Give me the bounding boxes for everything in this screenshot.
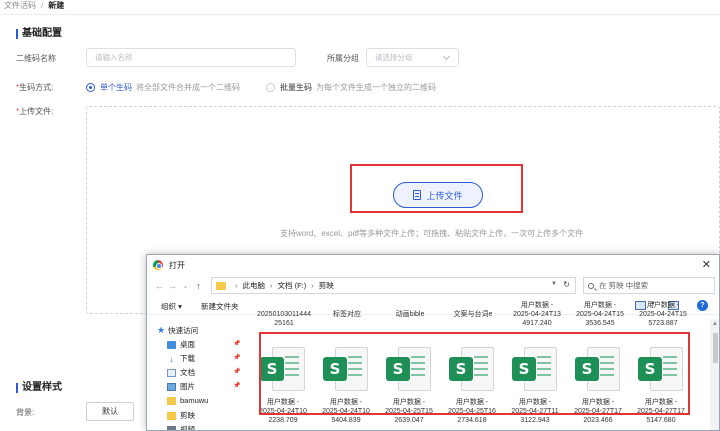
pin-icon[interactable]: 📌 bbox=[233, 382, 240, 389]
upload-label: *上传文件: bbox=[16, 106, 53, 117]
back-icon[interactable]: ← bbox=[153, 281, 166, 291]
sidebar-item-label: 文档 bbox=[180, 368, 195, 377]
breadcrumb-parent[interactable]: 文件活码 bbox=[4, 1, 36, 10]
search-icon bbox=[588, 282, 594, 289]
refresh-icon[interactable]: ↻ bbox=[563, 280, 570, 289]
vertical-scrollbar[interactable]: ▲ bbox=[710, 319, 719, 430]
chrome-icon bbox=[153, 260, 163, 270]
folder-icon bbox=[216, 281, 226, 290]
single-mode-name: 单个生码 bbox=[100, 83, 132, 92]
file-open-dialog: 打开 ✕ ← → ⌄ ↑ › 此电脑 › 文档 (F:) › 剪映 ▼ ↻ 在 … bbox=[146, 254, 720, 431]
chevron-right-icon: › bbox=[311, 281, 314, 290]
sidebar-item-documents[interactable]: 文档 bbox=[167, 367, 195, 378]
picture-icon bbox=[167, 382, 176, 391]
chevron-down-icon bbox=[442, 52, 451, 61]
single-mode-desc: 将全部文件合并成一个二维码 bbox=[136, 83, 240, 92]
chevron-down-icon[interactable]: ▼ bbox=[551, 281, 557, 287]
group-select[interactable]: 请选择分组 bbox=[366, 48, 459, 67]
file-name[interactable]: 用户数据 - 2025-04-24T13 4917.240 bbox=[507, 301, 567, 328]
sidebar-item-label: 剪映 bbox=[180, 411, 195, 420]
history-dropdown-icon[interactable]: ⌄ bbox=[179, 282, 192, 290]
sidebar-item-videos[interactable]: 视频 bbox=[167, 424, 195, 431]
file-name[interactable]: 20250103011444 25161 bbox=[255, 310, 313, 328]
breadcrumb-current: 新建 bbox=[48, 1, 65, 10]
chevron-right-icon: › bbox=[270, 281, 273, 290]
folder-icon bbox=[167, 425, 176, 430]
sidebar-item-pictures[interactable]: 图片 bbox=[167, 381, 195, 392]
document-icon bbox=[167, 368, 176, 377]
breadcrumb-separator: / bbox=[41, 1, 44, 10]
scrollbar-thumb[interactable] bbox=[713, 333, 718, 363]
download-icon: ↓ bbox=[169, 353, 174, 364]
upload-button-label: 上传文件 bbox=[426, 190, 463, 201]
file-name[interactable]: 动画bible bbox=[382, 310, 438, 319]
radio-dot-checked bbox=[86, 83, 95, 92]
upload-hint: 支持word、excel、pdf等多种文件上传；可拖拽、粘贴文件上传，一次可上传… bbox=[280, 229, 584, 238]
pin-icon[interactable]: 📌 bbox=[233, 368, 240, 375]
navigation-pane: ★ 快速访问 桌面 📌 ↓ 下载 📌 文档 📌 图片 📌 bamuwu 剪映 视… bbox=[147, 319, 247, 431]
star-icon: ★ bbox=[157, 325, 166, 335]
name-input[interactable]: 请输入名称 bbox=[86, 48, 296, 67]
file-name[interactable]: 用户数据 - 2025-04-24T15 5723.887 bbox=[633, 301, 693, 328]
radio-batch-mode[interactable]: 批量生码 为每个文件生成一个独立的二维码 bbox=[266, 82, 436, 93]
close-icon[interactable]: ✕ bbox=[702, 258, 711, 271]
scroll-up-icon[interactable]: ▲ bbox=[712, 321, 718, 327]
dialog-titlebar: 打开 ✕ bbox=[147, 255, 719, 275]
sidebar-item-downloads[interactable]: ↓ 下载 bbox=[167, 353, 195, 364]
folder-icon bbox=[167, 396, 176, 405]
header-divider bbox=[0, 14, 720, 15]
sidebar-item-bamuwu[interactable]: bamuwu bbox=[167, 396, 208, 405]
path-segment[interactable]: 此电脑 bbox=[243, 280, 266, 291]
new-folder-button[interactable]: 新建文件夹 bbox=[201, 301, 239, 312]
highlight-box-files bbox=[259, 332, 690, 415]
organize-menu[interactable]: 组织 ▾ bbox=[161, 301, 182, 312]
file-name[interactable]: 文案与台词e bbox=[445, 310, 501, 319]
path-segment[interactable]: 文档 (F:) bbox=[278, 280, 307, 291]
address-row: ← → ⌄ ↑ › 此电脑 › 文档 (F:) › 剪映 ▼ ↻ 在 剪映 中搜… bbox=[147, 275, 719, 297]
mode-label: *生码方式: bbox=[16, 82, 53, 93]
quick-access-item[interactable]: ★ 快速访问 bbox=[157, 325, 198, 336]
radio-single-mode[interactable]: 单个生码 将全部文件合并成一个二维码 bbox=[86, 82, 240, 93]
sidebar-item-label: 下载 bbox=[180, 354, 195, 363]
file-name[interactable]: 标签对应 bbox=[319, 310, 375, 319]
radio-dot-unchecked bbox=[266, 83, 275, 92]
sidebar-item-label: 桌面 bbox=[180, 340, 195, 349]
sidebar-item-label: bamuwu bbox=[180, 396, 209, 405]
group-select-placeholder: 请选择分组 bbox=[375, 53, 413, 62]
address-bar[interactable]: › 此电脑 › 文档 (F:) › 剪映 ▼ ↻ bbox=[211, 277, 576, 294]
background-default-button[interactable]: 默认 bbox=[86, 402, 134, 421]
batch-mode-desc: 为每个文件生成一个独立的二维码 bbox=[316, 83, 436, 92]
forward-icon[interactable]: → bbox=[166, 281, 179, 291]
search-input[interactable]: 在 剪映 中搜索 bbox=[583, 277, 715, 294]
search-placeholder: 在 剪映 中搜索 bbox=[599, 281, 649, 290]
chevron-right-icon: › bbox=[235, 281, 238, 290]
quick-access-label: 快速访问 bbox=[168, 326, 199, 335]
file-name[interactable]: 用户数据 - 2025-04-24T15 3536.545 bbox=[570, 301, 630, 328]
upload-label-text: 上传文件: bbox=[19, 107, 54, 116]
dialog-title: 打开 bbox=[169, 260, 185, 270]
upload-file-button[interactable]: 上传文件 bbox=[393, 182, 483, 208]
path-segment[interactable]: 剪映 bbox=[319, 280, 334, 291]
group-label: 所属分组 bbox=[327, 54, 359, 63]
basic-config-title: 基础配置 bbox=[16, 29, 62, 39]
name-label: 二维码名称 bbox=[16, 54, 56, 63]
desktop-icon bbox=[167, 340, 176, 349]
folder-icon bbox=[167, 411, 176, 420]
sidebar-item-label: 视频 bbox=[180, 425, 195, 431]
sidebar-item-label: 图片 bbox=[180, 382, 195, 391]
mode-label-text: 生码方式: bbox=[19, 83, 54, 92]
help-icon[interactable]: ? bbox=[697, 300, 708, 311]
pin-icon[interactable]: 📌 bbox=[233, 354, 240, 361]
sidebar-item-jianying[interactable]: 剪映 bbox=[167, 410, 195, 421]
breadcrumb: 文件活码 / 新建 bbox=[4, 0, 64, 11]
batch-mode-name: 批量生码 bbox=[280, 83, 312, 92]
sidebar-item-desktop[interactable]: 桌面 bbox=[167, 339, 195, 350]
file-icon bbox=[413, 190, 422, 200]
up-folder-icon[interactable]: ↑ bbox=[192, 281, 205, 291]
style-section-title: 设置样式 bbox=[16, 383, 62, 393]
pin-icon[interactable]: 📌 bbox=[233, 340, 240, 347]
background-label: 背景: bbox=[16, 408, 35, 417]
